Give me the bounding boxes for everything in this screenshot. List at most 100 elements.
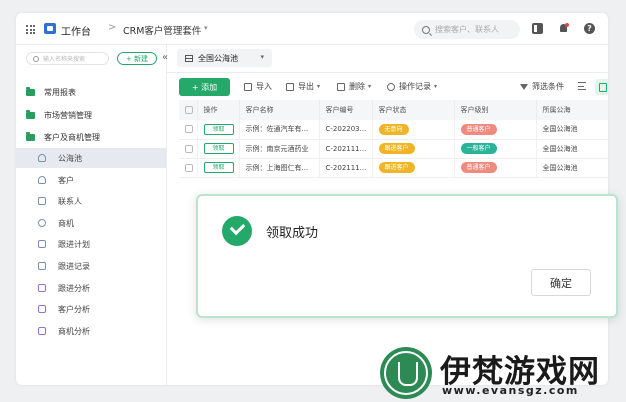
confirm-button[interactable]: 确定 xyxy=(531,269,591,296)
sidebar-item-label: 跟进分析 xyxy=(58,283,90,293)
sidebar-group-marketing[interactable]: 市场营销管理 xyxy=(26,108,92,122)
operation-log-button[interactable]: 操作记录 ▾ xyxy=(387,81,437,92)
app-grid-icon[interactable] xyxy=(26,25,35,34)
global-search-input[interactable]: 搜索客户、联系人 xyxy=(414,20,520,39)
notification-bell-icon[interactable] xyxy=(558,23,569,34)
level-cell: 普通客户 xyxy=(454,158,537,178)
row-checkbox[interactable] xyxy=(185,163,193,172)
column-header: 操作 xyxy=(197,100,240,120)
breadcrumb-separator: > xyxy=(108,22,117,33)
level-cell: 一般客户 xyxy=(454,139,537,159)
table-row[interactable]: 领取 示例：佐通汽车有... C-202203... 无意向 普通客户 全国公海池 xyxy=(179,120,608,140)
column-header[interactable]: 客户级别 xyxy=(454,100,537,120)
customer-name-cell[interactable]: 示例：佐通汽车有... xyxy=(239,120,320,140)
sidebar-search-placeholder: 输入名称来搜索 xyxy=(43,56,86,63)
app-title[interactable]: CRM客户管理套件 xyxy=(123,23,201,37)
screen-chart-icon xyxy=(38,305,46,313)
watermark-url: www.evansgz.com xyxy=(442,384,579,397)
status-badge: 跟进客户 xyxy=(378,143,415,154)
layout-icon[interactable] xyxy=(532,23,543,34)
column-header[interactable]: 客户名称 xyxy=(239,100,320,120)
claim-button[interactable]: 领取 xyxy=(203,123,234,135)
sidebar-group-customers[interactable]: 客户及商机管理 xyxy=(26,130,100,144)
import-icon xyxy=(244,82,252,91)
sidebar-group-label: 客户及商机管理 xyxy=(44,132,100,142)
customer-table: 操作 客户名称 客户编号 客户状态 客户级别 所属公海 领取 示例：佐通汽车有..… xyxy=(179,100,608,178)
sidebar-item-label: 商机分析 xyxy=(58,326,90,336)
sort-icon[interactable] xyxy=(578,82,586,90)
export-button[interactable]: 导出 ▾ xyxy=(286,81,320,92)
chevron-down-icon: ▾ xyxy=(434,83,438,90)
person-icon xyxy=(38,176,46,184)
sidebar-item-customers[interactable]: 客户 xyxy=(16,170,166,190)
table-icon xyxy=(185,54,193,62)
check-circle-icon xyxy=(222,216,252,246)
customer-name-cell[interactable]: 示例：上海图仁有... xyxy=(239,158,320,178)
sidebar-search-input[interactable]: 输入名称来搜索 xyxy=(26,52,109,65)
table-row[interactable]: 领取 示例：南京元酒药业 C-202111... 跟进客户 一般客户 全国公海池 xyxy=(179,139,608,159)
sidebar-item-follow-plan[interactable]: 跟进计划 xyxy=(16,234,166,254)
row-select-cell[interactable] xyxy=(179,120,198,140)
status-cell: 无意向 xyxy=(372,120,455,140)
help-icon[interactable]: ? xyxy=(584,23,595,34)
column-header[interactable]: 所属公海 xyxy=(536,100,608,120)
select-all-cell[interactable] xyxy=(179,100,198,120)
level-cell: 普通客户 xyxy=(454,120,537,140)
sidebar-item-follow-records[interactable]: 跟进记录 xyxy=(16,256,166,276)
filter-label: 筛选条件 xyxy=(532,82,564,91)
clock-icon xyxy=(387,82,395,91)
chevron-down-icon: ▾ xyxy=(260,53,264,61)
row-checkbox[interactable] xyxy=(185,144,193,153)
select-all-checkbox[interactable] xyxy=(185,106,193,114)
search-icon xyxy=(33,55,39,62)
action-cell: 领取 xyxy=(197,139,240,159)
filter-icon xyxy=(520,83,528,90)
pool-cell: 全国公海池 xyxy=(536,120,608,140)
sidebar-item-contacts[interactable]: 联系人 xyxy=(16,191,166,211)
delete-button[interactable]: 删除 ▾ xyxy=(337,81,371,92)
contact-card-icon xyxy=(38,197,46,205)
customer-code-cell: C-202203... xyxy=(319,120,373,140)
sidebar-item-label: 商机 xyxy=(58,218,74,228)
chevron-down-icon[interactable]: ▾ xyxy=(204,24,208,32)
filter-button[interactable]: 筛选条件 xyxy=(520,81,564,92)
row-select-cell[interactable] xyxy=(179,158,198,178)
pool-view-selector[interactable]: 全国公海池 ▾ xyxy=(177,49,272,67)
claim-button[interactable]: 领取 xyxy=(203,162,234,173)
add-button[interactable]: + 添加 xyxy=(179,78,230,96)
sidebar-item-public-pool[interactable]: 公海池 xyxy=(16,148,166,168)
level-badge: 普通客户 xyxy=(460,162,497,173)
chevron-down-icon: ▾ xyxy=(368,83,372,90)
sidebar-item-follow-analysis[interactable]: 跟进分析 xyxy=(16,278,166,298)
sidebar-item-label: 客户 xyxy=(58,175,74,185)
trash-icon xyxy=(337,82,345,91)
pool-view-label: 全国公海池 xyxy=(198,53,238,63)
customer-name-cell[interactable]: 示例：南京元酒药业 xyxy=(239,139,320,159)
sidebar-group-reports[interactable]: 常用报表 xyxy=(26,85,76,99)
column-header[interactable]: 客户状态 xyxy=(372,100,455,120)
workspace-link[interactable]: 工作台 xyxy=(61,23,91,38)
sidebar-item-label: 跟进记录 xyxy=(58,261,90,271)
operation-log-label: 操作记录 xyxy=(399,82,431,91)
level-badge: 普通客户 xyxy=(460,123,497,135)
customer-code-cell: C-202111... xyxy=(319,139,373,159)
chevron-down-icon: ▾ xyxy=(317,83,321,90)
row-checkbox[interactable] xyxy=(185,125,193,134)
search-placeholder: 搜索客户、联系人 xyxy=(435,25,499,34)
view-toggle-icon[interactable] xyxy=(595,79,608,95)
row-select-cell[interactable] xyxy=(179,139,198,159)
import-button[interactable]: 导入 xyxy=(244,81,272,92)
claim-button[interactable]: 领取 xyxy=(203,143,234,154)
sidebar-item-label: 跟进计划 xyxy=(58,239,90,249)
workspace-logo-icon xyxy=(44,23,56,34)
status-cell: 跟进客户 xyxy=(372,158,455,178)
table-header-row: 操作 客户名称 客户编号 客户状态 客户级别 所属公海 xyxy=(179,100,608,120)
sidebar-item-opportunities[interactable]: 商机 xyxy=(16,213,166,233)
table-row[interactable]: 领取 示例：上海图仁有... C-202111... 跟进客户 普通客户 全国公海池 xyxy=(179,158,608,178)
pool-cell: 全国公海池 xyxy=(536,158,608,178)
sidebar-item-opportunity-analysis[interactable]: 商机分析 xyxy=(16,321,166,341)
column-header[interactable]: 客户编号 xyxy=(319,100,373,120)
import-label: 导入 xyxy=(256,82,272,91)
sidebar-item-customer-analysis[interactable]: 客户分析 xyxy=(16,299,166,319)
new-button[interactable]: + 新建 xyxy=(117,52,157,65)
